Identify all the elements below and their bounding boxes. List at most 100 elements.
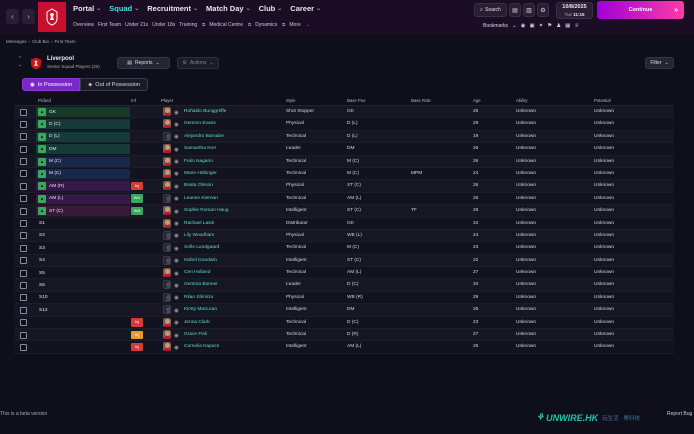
table-row[interactable]: Inj ◉ Jenna Clark Technical D (C) 23 Unknown Un… [14,316,674,330]
scout-eye-icon[interactable]: ◉ [174,246,179,252]
player-name[interactable]: Rilao Shimizu [184,295,213,300]
scout-eye-icon[interactable]: ◉ [174,258,179,264]
table-row[interactable]: ▴ D (L) ◉ Alejandro Barnabe Technical D (L) 19… [14,130,674,144]
player-name[interactable]: Isobel Goodwin [184,258,217,263]
table-row[interactable]: S10 ◉ Rilao Shimizu Physical WB (R) 29 Unknown… [14,291,674,305]
notes-icon[interactable]: ▥ [523,3,535,17]
main-menu-item-3[interactable]: Match Day ⌄ [206,4,251,13]
position-slot[interactable]: S2 [36,231,130,241]
player-name[interactable]: Gemma Bonner [184,282,218,287]
breadcrumb-item[interactable]: Messages [6,39,27,44]
continue-button[interactable]: Continue » [597,1,684,19]
player-name[interactable]: Sophie Roman Haug [184,208,229,213]
position-slot[interactable]: ▴ AM (L) [36,193,130,204]
scout-eye-icon[interactable]: ◉ [174,283,179,289]
position-slot[interactable]: S4 [36,256,130,266]
table-row[interactable]: S5 ◉ Ceri Holland Technical AM (L) 27 Unknown U… [14,267,674,280]
search-button[interactable]: ⌕ Search [474,3,507,17]
trophy-icon[interactable]: ♕ [574,23,579,29]
pick-checkbox[interactable] [20,170,27,178]
scout-eye-icon[interactable]: ◉ [174,320,179,326]
scout-eye-icon[interactable]: ◉ [174,171,179,177]
main-menu-item-1[interactable]: Squad ⌄ [109,4,139,13]
sub-menu-item-0[interactable]: Overview [73,22,94,28]
scout-eye-icon[interactable]: ◉ [174,159,179,165]
table-row[interactable]: S1 ◉ Rachael Laws Distributor GK 34 Unknown Unk… [14,217,674,230]
sub-menu-item-3[interactable]: Under 18s [152,22,175,28]
player-name[interactable]: Alejandro Barnabe [184,134,224,139]
sub-menu-item-1[interactable]: First Team [98,22,121,28]
player-name[interactable]: Rachael Laws [184,221,214,226]
sub-menu-item-2[interactable]: Under 21s [125,22,148,28]
reports-button[interactable]: ▤ Reports ⌄ [117,57,170,69]
table-row[interactable]: S3 ◉ Sofie Lundgaard Technical M (C) 23 Unknow… [14,242,674,255]
pick-checkbox[interactable] [20,133,27,141]
position-slot[interactable]: ▴ GK [36,107,130,117]
pick-checkbox[interactable] [20,182,27,190]
table-row[interactable]: ▴ AM (R) Inj ◉ Beata Olsson Physical ST (C) 26 U… [14,180,674,193]
scout-eye-icon[interactable]: ◉ [174,233,179,239]
table-row[interactable]: ▴ GK ◉ Roñaldo Bunggrtiffe Shot Stopper GK 25 U… [14,106,674,119]
header-base-pos[interactable]: Base Pos [347,98,365,103]
pick-checkbox[interactable] [20,207,27,215]
table-row[interactable]: ▴ DM ◉ Samantha Kerr Leader DM 26 Unknown Unknow… [14,143,674,156]
player-name[interactable]: Gemmo Evans [184,121,216,126]
player-name[interactable]: Beata Olsson [184,183,213,188]
table-row[interactable]: S2 ◉ Lily Woodham Physical WB (L) 24 Unknown Un… [14,229,674,243]
pick-checkbox[interactable] [20,269,27,277]
squad-icon[interactable]: ◉ [521,23,526,29]
tab-in-possession[interactable]: ◉ In Possession [22,78,81,91]
scout-eye-icon[interactable]: ◉ [174,333,179,339]
pick-checkbox[interactable] [20,195,27,203]
header-base-role[interactable]: Base Role [411,98,431,103]
people-icon[interactable]: ♟ [556,23,561,29]
chevron-down-icon[interactable]: ⌄ [512,23,517,29]
scout-eye-icon[interactable]: ◉ [174,271,179,277]
player-name[interactable]: Grace Fisk [184,332,207,337]
pick-checkbox[interactable] [20,244,27,252]
position-slot[interactable] [36,330,130,340]
shirt-icon[interactable]: ▣ [529,23,534,29]
position-slot[interactable]: ▴ D (L) [36,131,130,142]
player-name[interactable]: Fuko Nagano [184,159,213,164]
pick-checkbox[interactable] [20,220,27,228]
main-menu-item-0[interactable]: Portal ⌄ [73,4,101,13]
scout-eye-icon[interactable]: ◉ [174,184,179,190]
player-name[interactable]: Lily Woodham [184,233,214,238]
pick-checkbox[interactable] [20,120,27,128]
header-age[interactable]: Age [473,98,481,103]
main-menu-item-2[interactable]: Recruitment ⌄ [147,4,198,13]
scout-eye-icon[interactable]: ◉ [174,122,179,128]
scout-eye-icon[interactable]: ◉ [174,308,179,314]
tab-out-of-possession[interactable]: ◈ Out of Possession [80,78,148,91]
pick-checkbox[interactable] [20,306,27,314]
position-slot[interactable]: S1 [36,219,130,229]
position-slot[interactable] [36,318,130,328]
table-row[interactable]: S6 ◉ Gemma Bonner Leader D (C) 34 Unknown Unkno… [14,279,674,292]
club-switch-arrows[interactable]: ⌃ ⌄ [18,56,22,68]
settings-icon[interactable]: ⚙ [537,3,549,17]
header-style[interactable]: Style [286,98,296,103]
position-slot[interactable]: S5 [36,268,130,278]
table-row[interactable]: ▴ M (C) ◉ Fuko Nagano Technical M (C) 26 Unknow… [14,155,674,168]
header-picked[interactable]: Picked [38,98,51,103]
position-slot[interactable]: ▴ AM (R) [36,181,130,192]
player-name[interactable]: Ceri Holland [184,270,210,275]
inbox-icon[interactable]: ▤ [509,3,521,17]
forward-icon[interactable]: › [22,9,35,24]
scout-eye-icon[interactable]: ◉ [174,196,179,202]
position-slot[interactable]: S12 [36,305,130,315]
table-row[interactable]: ▴ ST (C) Wnt ◉ Sophie Roman Haug Intelligent S… [14,205,674,218]
pick-checkbox[interactable] [20,145,27,153]
sub-menu-item-6[interactable]: Dynamics [255,22,277,28]
main-menu-item-5[interactable]: Career ⌄ [290,4,321,13]
player-name[interactable]: Cornelia Kapocs [184,344,219,349]
pick-checkbox[interactable] [20,343,27,351]
position-slot[interactable]: S3 [36,243,130,253]
breadcrumb-item[interactable]: Club Bio [32,39,49,44]
pick-checkbox[interactable] [20,257,27,265]
position-slot[interactable]: S6 [36,280,130,290]
player-name[interactable]: Kirsty MacLean [184,307,217,312]
scout-eye-icon[interactable]: ◉ [174,134,179,140]
pick-checkbox[interactable] [20,232,27,240]
